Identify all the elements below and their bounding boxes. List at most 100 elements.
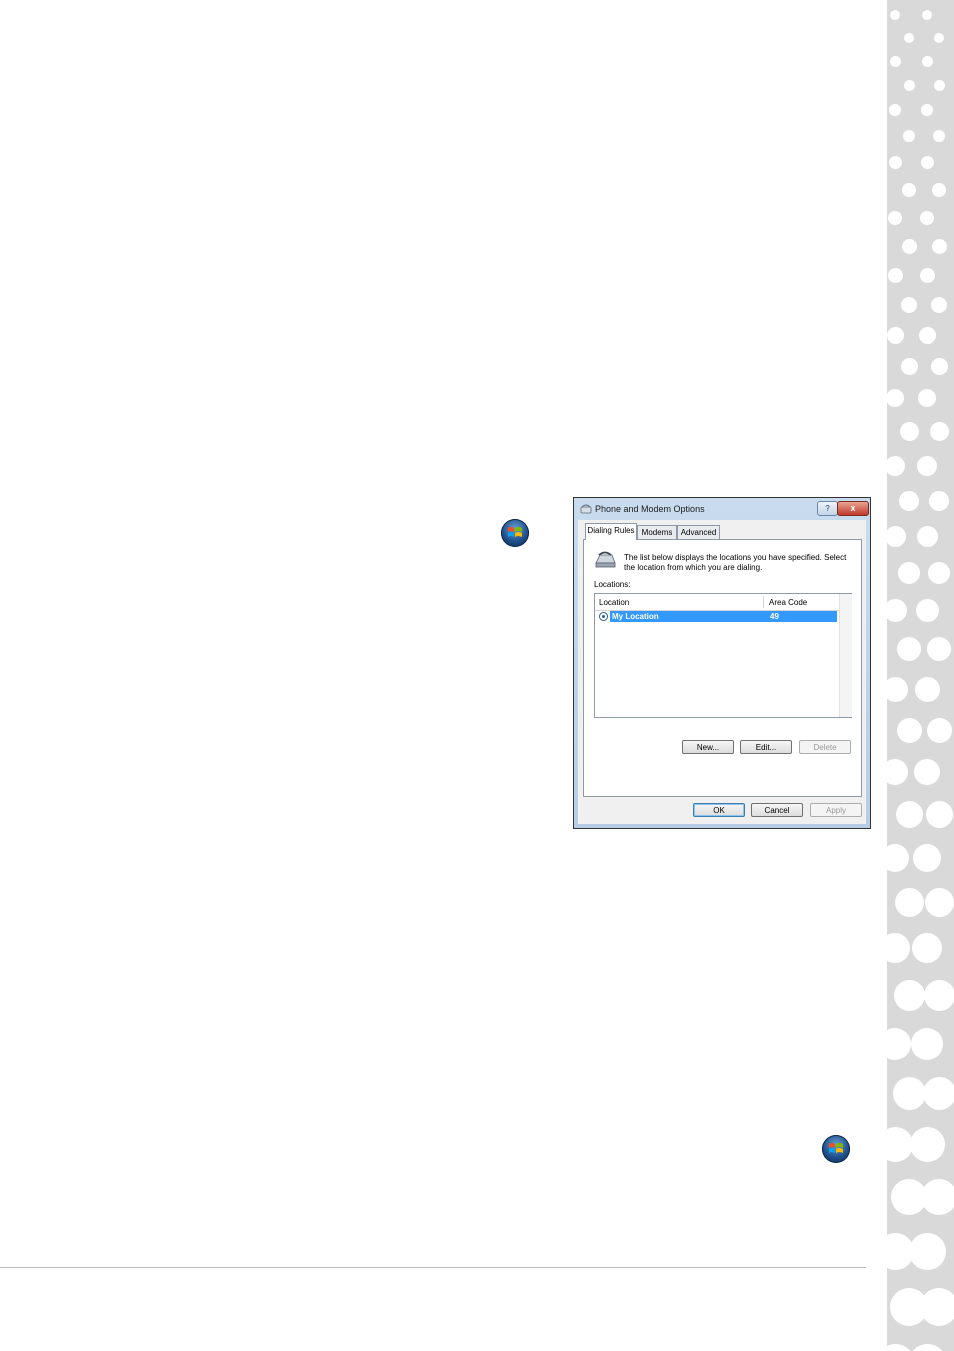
locations-list[interactable]: Location Area Code My Location 49 [594, 593, 852, 718]
decorative-dot [894, 888, 924, 917]
edit-button[interactable]: Edit... [740, 740, 792, 754]
help-button[interactable]: ? [817, 501, 838, 516]
decorative-dot [933, 130, 945, 142]
new-button[interactable]: New... [682, 740, 734, 754]
tab-dialing-rules[interactable]: Dialing Rules [585, 523, 637, 540]
decorative-dot [893, 980, 925, 1011]
decorative-dot [887, 456, 905, 476]
list-row-selected[interactable]: My Location 49 [610, 611, 837, 622]
phone-modem-icon [580, 504, 592, 514]
title-bar[interactable]: Phone and Modem Options ? x [574, 498, 870, 520]
decorative-dot [901, 239, 917, 254]
decorative-side-band [887, 0, 954, 1351]
decorative-dot [888, 211, 902, 225]
decorative-dot [904, 33, 914, 43]
decorative-dot [922, 1077, 954, 1110]
decorative-dot [887, 1028, 911, 1060]
decorative-dot [934, 33, 944, 43]
decorative-dot [903, 130, 915, 142]
decorative-dot [887, 1127, 913, 1162]
decorative-dot [887, 677, 908, 702]
decorative-dot [887, 526, 906, 547]
decorative-dot [911, 1028, 943, 1060]
phone-modem-options-dialog: Phone and Modem Options ? x Dialing Rule… [573, 497, 871, 829]
ok-button[interactable]: OK [693, 803, 745, 817]
decorative-dot [907, 1344, 947, 1351]
decorative-dot [887, 599, 907, 622]
dialog-client-area: Dialing Rules Modems Advanced The list b… [578, 520, 866, 824]
decorative-dot [922, 10, 932, 20]
decorative-dot [914, 759, 940, 785]
decorative-dot [889, 56, 901, 67]
apply-button[interactable]: Apply [810, 803, 862, 817]
decorative-dot [914, 677, 940, 702]
location-radio-icon[interactable] [599, 612, 608, 621]
row-area-code: 49 [770, 612, 779, 621]
decorative-dot [896, 718, 922, 743]
info-text: The list below displays the locations yo… [624, 553, 847, 572]
decorative-dot [895, 801, 923, 828]
decorative-dot [920, 1288, 954, 1326]
decorative-dot [887, 268, 903, 283]
footer-divider [0, 1267, 866, 1268]
decorative-dot [887, 844, 909, 872]
close-button[interactable]: x [837, 501, 869, 516]
decorative-dot [932, 183, 946, 197]
windows-start-orb-icon [501, 519, 529, 547]
decorative-dot [889, 104, 901, 116]
decorative-dot [928, 562, 950, 584]
decorative-dot [927, 637, 951, 661]
decorative-dot [898, 562, 920, 584]
decorative-dot [903, 80, 915, 91]
list-scroll-area [839, 594, 852, 717]
decorative-dot [892, 1077, 926, 1110]
dialog-title: Phone and Modem Options [595, 504, 705, 514]
decorative-dot [887, 389, 904, 407]
decorative-dot [887, 1344, 915, 1351]
decorative-dot [915, 599, 939, 622]
decorative-dot [902, 183, 916, 197]
decorative-dot [931, 239, 947, 254]
decorative-dot [920, 211, 934, 225]
decorative-dot [899, 491, 919, 511]
decorative-dot [901, 297, 917, 313]
decorative-dot [887, 759, 908, 785]
decorative-dot [920, 156, 934, 169]
decorative-dot [908, 1233, 946, 1270]
decorative-dot [913, 844, 941, 872]
decorative-dot [919, 268, 935, 283]
tab-advanced[interactable]: Advanced [677, 525, 720, 539]
decorative-dot [897, 637, 921, 661]
column-header-location[interactable]: Location [599, 598, 629, 607]
decorative-dot [921, 56, 933, 67]
decorative-dot [918, 389, 936, 407]
decorative-dot [916, 526, 938, 547]
cancel-button[interactable]: Cancel [751, 803, 803, 817]
tab-panel-dialing-rules: The list below displays the locations yo… [583, 539, 862, 797]
delete-button[interactable]: Delete [799, 740, 851, 754]
decorative-dot [890, 10, 900, 20]
decorative-dot [925, 801, 953, 828]
column-header-area-code[interactable]: Area Code [769, 598, 807, 607]
decorative-dot [917, 456, 937, 476]
telephone-icon [595, 551, 616, 568]
decorative-dot [899, 422, 919, 441]
decorative-dot [912, 933, 942, 963]
decorative-dot [888, 156, 902, 169]
tab-modems[interactable]: Modems [637, 525, 677, 539]
decorative-dot [930, 358, 948, 375]
row-location: My Location [612, 612, 659, 621]
list-header: Location Area Code [595, 594, 839, 611]
windows-start-orb-icon [822, 1135, 850, 1163]
decorative-dot [909, 1127, 945, 1162]
decorative-dot [929, 422, 949, 441]
decorative-dot [924, 888, 954, 917]
decorative-dot [921, 1179, 954, 1215]
decorative-dot [900, 358, 918, 375]
decorative-dot [929, 491, 949, 511]
column-separator [763, 596, 764, 608]
decorative-dot [887, 933, 910, 963]
decorative-dot [926, 718, 952, 743]
decorative-dot [921, 104, 933, 116]
decorative-dot [931, 297, 947, 313]
